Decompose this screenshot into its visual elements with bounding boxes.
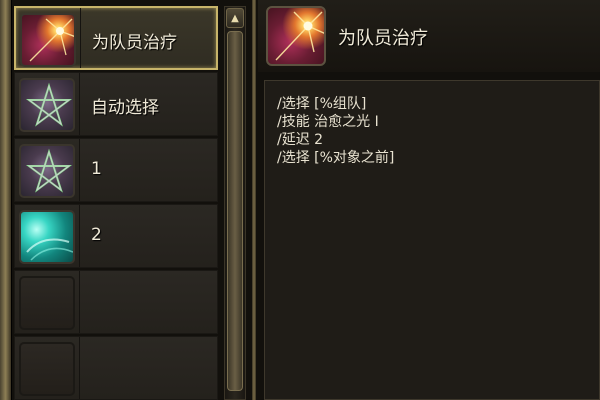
macro-title: 为队员治疗 — [338, 28, 428, 49]
macro-list-item-empty[interactable] — [14, 336, 218, 400]
macro-line: /选择 [%组队] — [277, 96, 367, 112]
row-divider — [79, 73, 80, 135]
macro-detail-header: 为队员治疗 — [258, 0, 600, 72]
macro-line: /选择 [%对象之前] — [277, 150, 395, 166]
pentagram-icon — [19, 144, 75, 198]
macro-text-editor[interactable]: /选择 [%组队] /技能 治愈之光 I /延迟 2 /选择 [%对象之前] — [264, 80, 600, 400]
teal-swirl-icon — [19, 210, 75, 264]
macro-list-item-label: 为队员治疗 — [92, 33, 177, 53]
macro-list-item-label: 1 — [91, 159, 102, 179]
macro-list-item-1[interactable]: 1 — [14, 138, 218, 202]
row-divider — [80, 8, 81, 68]
macro-list-item-empty[interactable] — [14, 270, 218, 334]
scroll-up-button[interactable]: ▲ — [226, 8, 244, 28]
macro-list-item-2[interactable]: 2 — [14, 204, 218, 268]
chevron-up-icon: ▲ — [231, 12, 239, 24]
macro-line: /延迟 2 — [277, 132, 324, 148]
macro-list-item-auto-select[interactable]: 自动选择 — [14, 72, 218, 136]
heal-burst-icon — [20, 13, 76, 67]
macro-line: /技能 治愈之光 I — [277, 114, 379, 130]
macro-list-item-label: 2 — [91, 225, 102, 245]
empty-slot-icon — [19, 276, 75, 330]
scrollbar-thumb[interactable] — [227, 31, 243, 391]
empty-slot-icon — [19, 342, 75, 396]
macro-list: 为队员治疗 自动选择 1 2 — [14, 6, 220, 400]
row-divider — [79, 205, 80, 267]
pentagram-icon — [19, 78, 75, 132]
heal-burst-icon[interactable] — [266, 6, 326, 66]
macro-list-scrollbar[interactable]: ▲ — [224, 6, 246, 400]
panel-divider — [252, 0, 256, 400]
row-divider — [79, 139, 80, 201]
macro-list-item-label: 自动选择 — [91, 98, 159, 118]
row-divider — [79, 271, 80, 333]
macro-window: 为队员治疗 自动选择 1 2 ▲ 为队员治疗 /选择 [%组队] /技能 治愈之… — [0, 0, 600, 400]
row-divider — [79, 337, 80, 399]
window-left-border — [0, 0, 12, 400]
macro-list-item-heal[interactable]: 为队员治疗 — [14, 6, 218, 70]
